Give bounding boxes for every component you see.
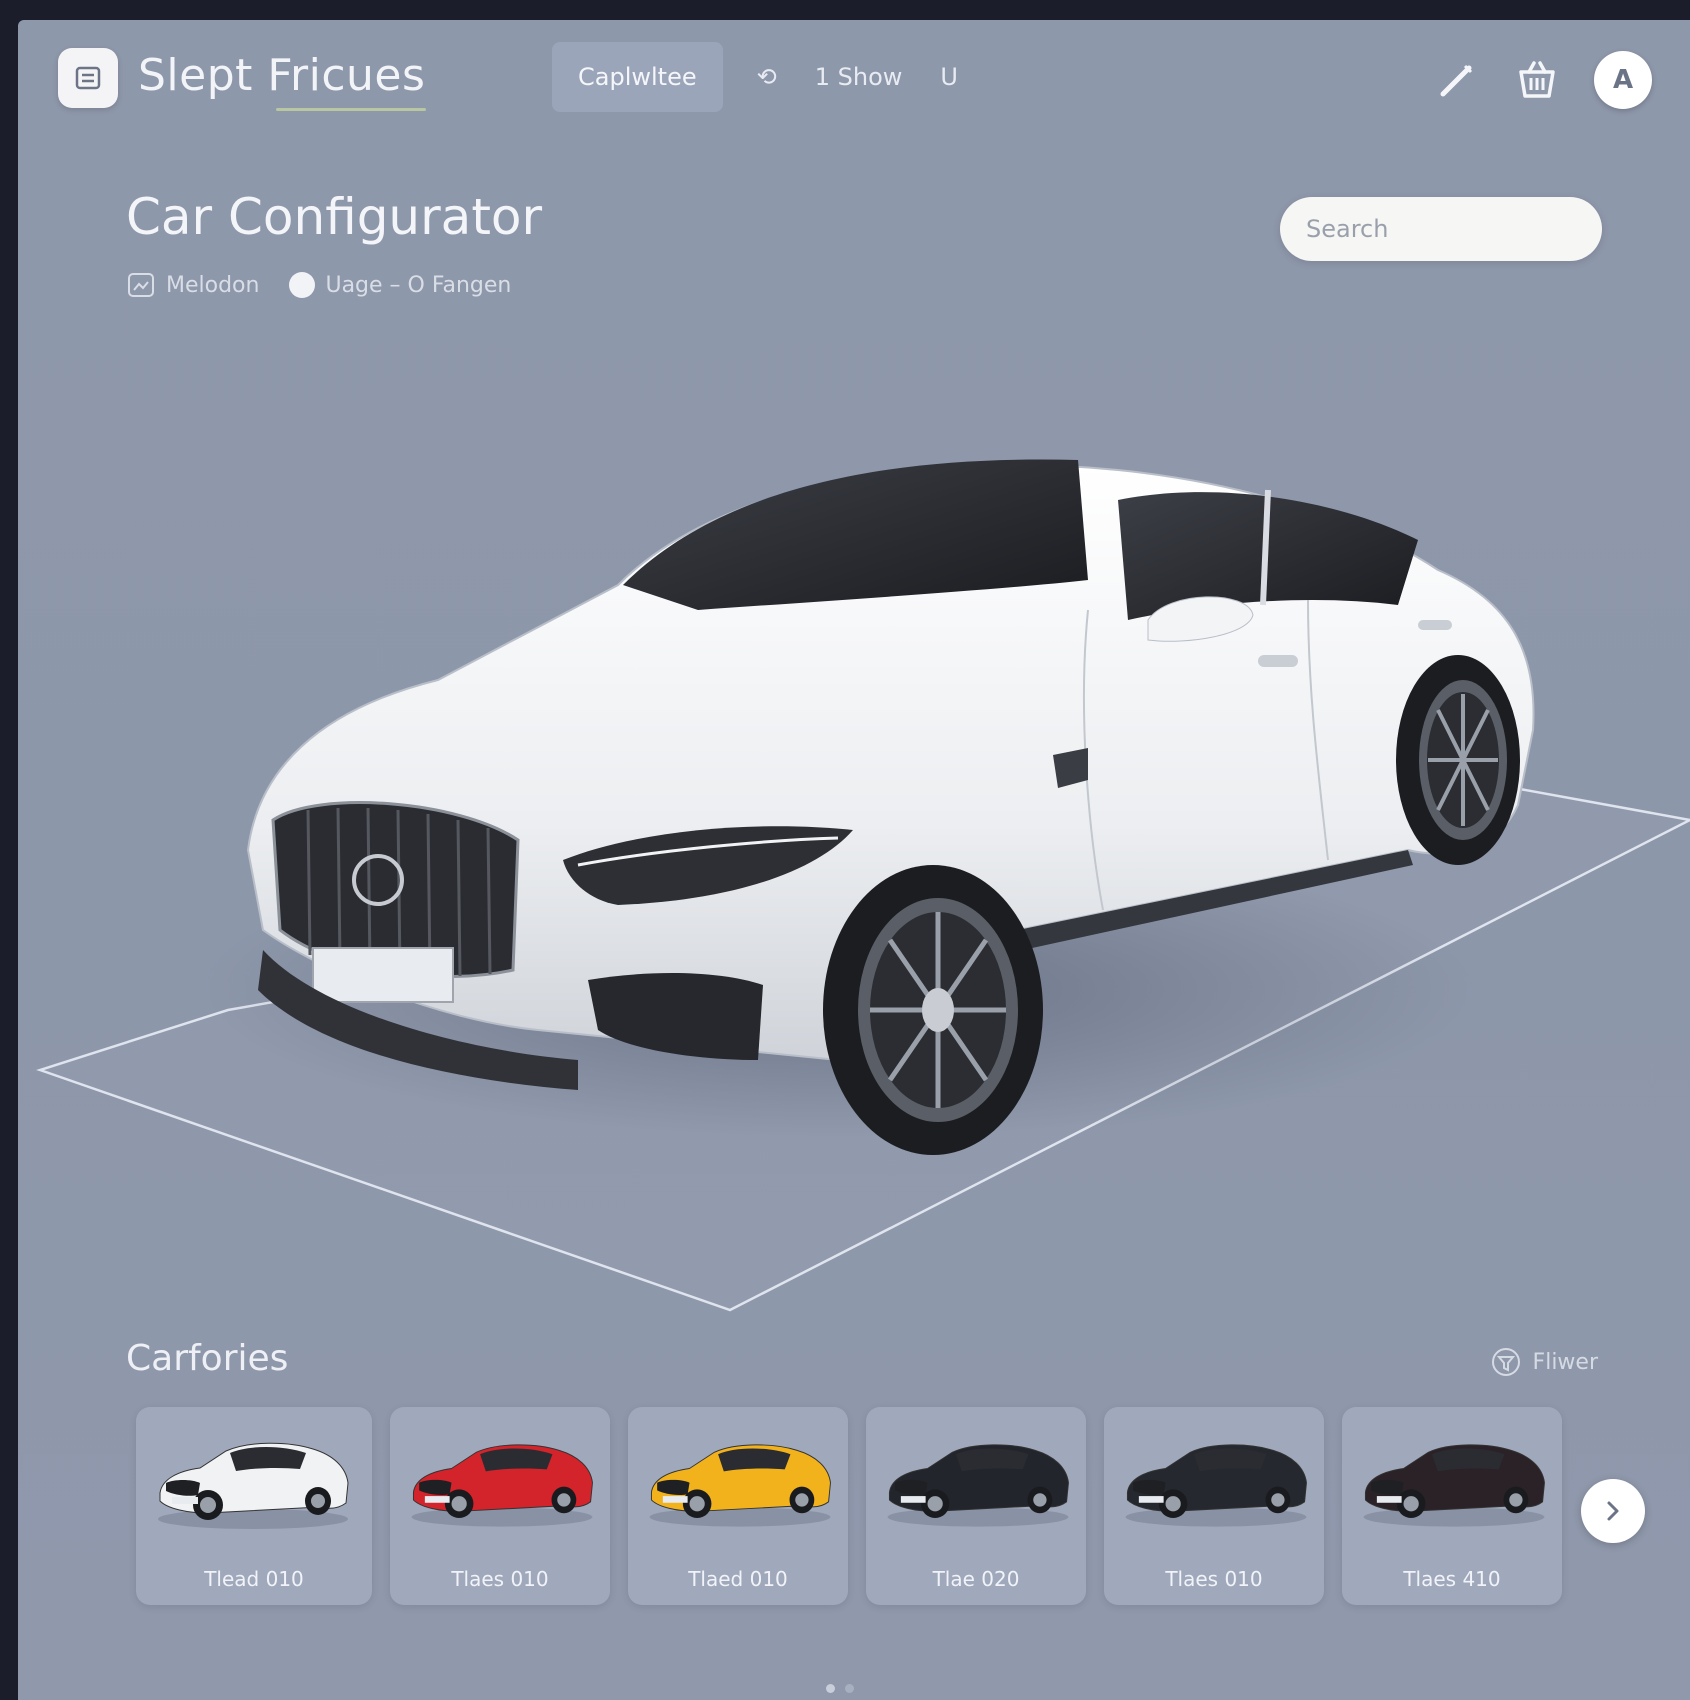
- search-input[interactable]: [1280, 197, 1602, 261]
- categories-title: Carfories: [126, 1338, 289, 1379]
- status-dot-icon: [289, 272, 316, 298]
- car-thumbnail: [411, 1444, 593, 1527]
- pager-dot[interactable]: [826, 1684, 835, 1693]
- filter-button[interactable]: Fliwer: [1489, 1345, 1598, 1379]
- car-thumbnail: [1363, 1444, 1545, 1527]
- filter-label: Fliwer: [1532, 1349, 1598, 1375]
- car-thumbnail: [649, 1444, 831, 1527]
- license-plate: [312, 947, 454, 1003]
- category-card[interactable]: Tlae 020: [866, 1407, 1086, 1605]
- top-bar: Slept Fricues Caplwltee ⟲ 1 Show U A: [18, 20, 1690, 135]
- category-card[interactable]: Tlaes 410: [1342, 1407, 1562, 1605]
- top-icons: A: [1434, 48, 1652, 112]
- rear-wheel: [1396, 655, 1520, 865]
- basket-icon[interactable]: [1514, 57, 1560, 103]
- nav-tab-1[interactable]: Caplwltee: [552, 42, 723, 112]
- category-card[interactable]: Tlaes 010: [390, 1407, 610, 1605]
- main-nav: Caplwltee ⟲ 1 Show U: [552, 42, 962, 112]
- card-label: Tlaes 410: [1403, 1567, 1501, 1591]
- car-thumbnail: [887, 1444, 1069, 1527]
- nav-tab-4[interactable]: U: [936, 42, 962, 112]
- category-card[interactable]: Tlaed 010: [628, 1407, 848, 1605]
- meta-label-1: Melodon: [166, 272, 260, 298]
- card-label: Tlaes 010: [1165, 1567, 1263, 1591]
- app-logo[interactable]: [58, 48, 118, 108]
- list-icon: [75, 66, 101, 90]
- chevron-right-icon: [1607, 1501, 1619, 1521]
- page-meta: Melodon Uage – O Fangen: [126, 270, 511, 300]
- page-title: Car Configurator: [126, 188, 543, 246]
- profile-avatar[interactable]: A: [1594, 51, 1652, 109]
- card-label: Tlae 020: [932, 1567, 1020, 1591]
- carousel-next-button[interactable]: [1581, 1479, 1645, 1543]
- nav-tab-2[interactable]: ⟲: [753, 42, 781, 112]
- filter-icon: [1491, 1348, 1520, 1376]
- category-carousel: Tlead 010 Tlaes 010 Tlaed 010 Tlae 020 T…: [136, 1407, 1562, 1605]
- app-window: Slept Fricues Caplwltee ⟲ 1 Show U A Car…: [18, 20, 1690, 1700]
- category-card[interactable]: Tlead 010: [136, 1407, 372, 1605]
- image-icon: [128, 273, 154, 297]
- front-wheel: [823, 865, 1043, 1155]
- card-label: Tlaed 010: [688, 1567, 788, 1591]
- pager-dot[interactable]: [845, 1684, 854, 1693]
- carousel-pager: [826, 1684, 854, 1693]
- meta-item-2[interactable]: Uage – O Fangen: [289, 272, 511, 298]
- brand-name: Slept Fricues: [138, 50, 426, 101]
- card-label: Tlaes 010: [451, 1567, 549, 1591]
- car-thumbnail: [158, 1442, 349, 1529]
- category-card[interactable]: Tlaes 010: [1104, 1407, 1324, 1605]
- car-render: [36, 459, 1690, 1312]
- car-thumbnail: [1125, 1444, 1307, 1527]
- brand-underline: [276, 108, 426, 111]
- card-label: Tlead 010: [204, 1567, 304, 1591]
- meta-label-2: Uage – O Fangen: [325, 272, 512, 298]
- pencil-icon[interactable]: [1434, 57, 1480, 103]
- meta-item-1[interactable]: Melodon: [126, 270, 259, 300]
- nav-tab-3[interactable]: 1 Show: [811, 42, 907, 112]
- car-viewer[interactable]: [18, 410, 1690, 1320]
